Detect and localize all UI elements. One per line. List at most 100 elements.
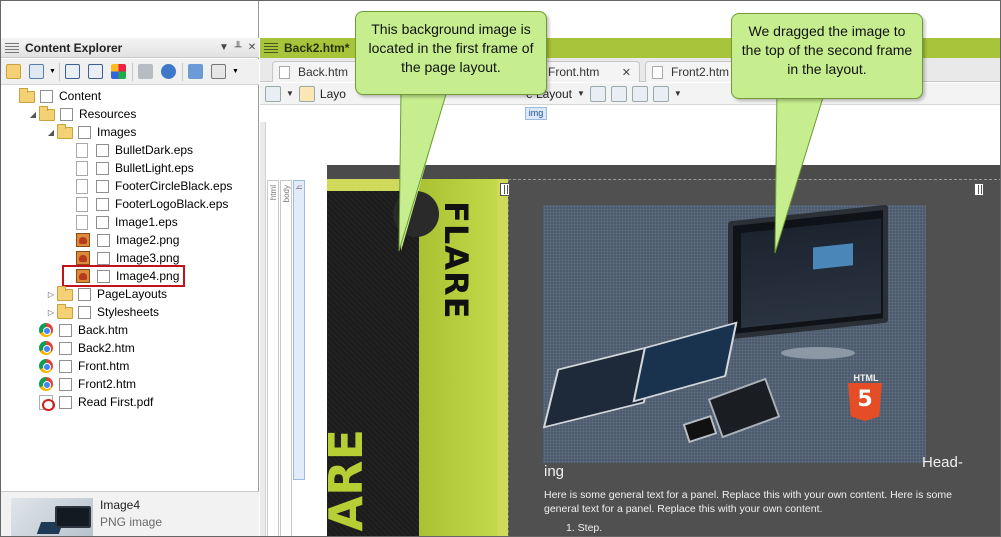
insert-icon[interactable] (589, 85, 606, 102)
preview-file-name: Image4 (100, 498, 141, 512)
file-icon (76, 142, 88, 158)
tree-item-label: Images (97, 125, 137, 139)
frame-handle-icon[interactable] (500, 183, 510, 196)
tree-item-selected[interactable]: Image4.png (61, 265, 186, 287)
panel-heading-part1[interactable]: Head- (922, 454, 963, 471)
tree-checkbox[interactable] (78, 287, 91, 301)
tree-checkbox[interactable] (59, 359, 72, 373)
tree-item[interactable]: Front2.htm (27, 375, 136, 393)
collapse-arrow-icon[interactable]: ◢ (27, 110, 39, 119)
tree-checkbox[interactable] (59, 341, 72, 355)
dragged-image-monitor[interactable]: HTML 5 (543, 205, 926, 463)
folder-icon (19, 87, 35, 103)
tree-item[interactable]: Content (7, 87, 101, 105)
image-icon[interactable] (631, 85, 648, 102)
tree-checkbox[interactable] (96, 161, 109, 175)
callout-tail-left-outline (398, 90, 448, 252)
zoom-dropdown-icon[interactable]: ▼ (286, 89, 294, 98)
page-layout-dropdown-icon[interactable]: ▼ (577, 89, 585, 98)
tree-checkbox[interactable] (96, 215, 109, 229)
tree-checkbox[interactable] (97, 269, 110, 283)
panel-heading-part2[interactable]: ing (544, 463, 564, 480)
content-explorer-titlebar: Content Explorer ▼ ╨ ✕ (1, 38, 259, 58)
tab-front2-htm[interactable]: Front2.htm (645, 61, 745, 82)
content-explorer-toolbar: ▼ ▼ (1, 59, 259, 85)
dropdown-icon[interactable]: ▼ (217, 42, 231, 53)
folder-icon (57, 123, 73, 139)
close-tab-icon[interactable]: ✕ (622, 66, 631, 79)
structure-bar-h[interactable]: h (293, 180, 305, 480)
file-icon (76, 214, 88, 230)
tools-button[interactable] (136, 62, 156, 82)
image-file-icon (76, 269, 90, 283)
copy-button[interactable] (63, 62, 83, 82)
layout-icon[interactable] (298, 85, 315, 102)
tree-item[interactable]: Front.htm (27, 357, 129, 375)
tree-item[interactable]: Image1.eps (64, 213, 178, 231)
tree-item[interactable]: FooterCircleBlack.eps (64, 177, 232, 195)
tab-back-htm[interactable]: Back.htm (272, 61, 368, 82)
tree-checkbox[interactable] (96, 179, 109, 193)
img-tag-indicator[interactable]: img (525, 107, 547, 120)
tree-checkbox[interactable] (78, 305, 91, 319)
grip-icon[interactable] (5, 42, 19, 53)
tree-checkbox[interactable] (40, 89, 53, 103)
grid-view-button[interactable] (109, 62, 129, 82)
tree-item[interactable]: ◢ Resources (27, 105, 136, 123)
panel-body-text[interactable]: Here is some general text for a panel. R… (544, 488, 964, 516)
step-list-item[interactable]: 1. Step. (566, 522, 602, 534)
tree-item-label: PageLayouts (97, 287, 168, 301)
tree-checkbox[interactable] (78, 125, 91, 139)
image-file-icon (76, 233, 90, 247)
tree-item[interactable]: Image2.png (64, 231, 179, 249)
view-dropdown-icon[interactable]: ▼ (49, 68, 56, 75)
tree-item[interactable]: BulletLight.eps (64, 159, 194, 177)
toolbar-separator (58, 62, 60, 81)
tree-item-label: FooterLogoBlack.eps (115, 197, 229, 211)
tree-item-label: Read First.pdf (78, 395, 154, 409)
properties-button[interactable] (186, 62, 206, 82)
tree-item[interactable]: Back2.htm (27, 339, 135, 357)
tree-item[interactable]: BulletDark.eps (64, 141, 193, 159)
overflow-dropdown-icon[interactable]: ▼ (232, 68, 239, 75)
tab-label: Back.htm (298, 65, 349, 79)
paste-button[interactable] (86, 62, 106, 82)
grip-icon[interactable] (264, 43, 278, 53)
tree-item[interactable]: ▷ Stylesheets (45, 303, 159, 321)
tree-item[interactable]: ▷ PageLayouts (45, 285, 167, 303)
tree-checkbox[interactable] (96, 143, 109, 157)
search-button[interactable] (209, 62, 229, 82)
tree-checkbox[interactable] (60, 107, 73, 121)
tree-item[interactable]: ◢ Images (45, 123, 136, 141)
resize-dropdown-icon[interactable]: ▼ (674, 89, 682, 98)
tree-item[interactable]: Back.htm (27, 321, 128, 339)
expand-arrow-icon[interactable]: ▷ (45, 290, 57, 299)
file-preview-panel: Image4 PNG image (1, 491, 259, 536)
tree-item[interactable]: Image3.png (64, 249, 179, 267)
structure-bar-html[interactable]: html (267, 180, 279, 536)
callout-tail-right-outline (774, 90, 826, 254)
refresh-button[interactable] (159, 62, 179, 82)
tree-checkbox[interactable] (96, 197, 109, 211)
tab-label: Front2.htm (671, 65, 730, 79)
zoom-icon[interactable] (265, 85, 281, 102)
tree-checkbox[interactable] (97, 251, 110, 265)
resize-icon[interactable] (652, 85, 669, 102)
edit-icon[interactable] (610, 85, 627, 102)
tree-checkbox[interactable] (59, 323, 72, 337)
frame-handle-icon[interactable] (974, 183, 984, 196)
close-icon[interactable]: ✕ (245, 42, 259, 53)
layout-dropdown[interactable]: Layo (320, 87, 346, 101)
pin-icon[interactable]: ╨ (231, 42, 245, 53)
expand-arrow-icon[interactable]: ▷ (45, 308, 57, 317)
toolbar-separator (181, 62, 183, 81)
tree-checkbox[interactable] (59, 395, 72, 409)
tree-item[interactable]: FooterLogoBlack.eps (64, 195, 228, 213)
structure-bar-body[interactable]: body (280, 180, 292, 536)
collapse-arrow-icon[interactable]: ◢ (45, 128, 57, 137)
open-folder-button[interactable] (3, 62, 23, 82)
tree-checkbox[interactable] (97, 233, 110, 247)
view-button[interactable] (26, 62, 46, 82)
tree-checkbox[interactable] (59, 377, 72, 391)
tree-item[interactable]: Read First.pdf (27, 393, 153, 411)
